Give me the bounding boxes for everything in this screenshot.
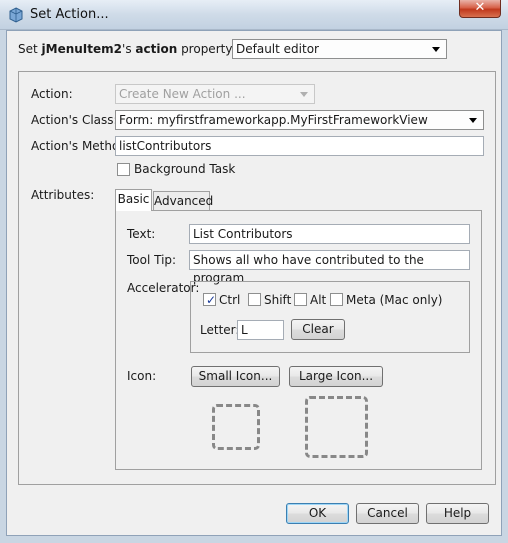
- tab-basic-label: Basic: [117, 192, 150, 206]
- tooltip-input[interactable]: Shows all who have contributed to the pr…: [189, 250, 470, 285]
- clear-button[interactable]: Clear: [291, 319, 345, 340]
- action-method-value: listContributors: [119, 139, 212, 153]
- help-button-label: Help: [443, 506, 472, 520]
- action-class-label: Action's Class:: [31, 113, 118, 127]
- ctrl-checkbox[interactable]: ✓: [203, 293, 217, 307]
- editor-select-value: Default editor: [236, 42, 319, 56]
- shift-label: Shift: [264, 293, 292, 307]
- large-icon-placeholder: [305, 396, 368, 458]
- text-value: List Contributors: [193, 227, 293, 241]
- ok-button[interactable]: OK: [286, 503, 349, 524]
- chevron-down-icon: [469, 118, 477, 123]
- meta-checkbox[interactable]: [330, 293, 343, 306]
- close-icon: ✕: [474, 0, 486, 15]
- chevron-down-icon: [432, 47, 440, 52]
- letter-label: Letter:: [200, 323, 240, 337]
- action-class-select[interactable]: Form: myfirstframeworkapp.MyFirstFramewo…: [115, 110, 484, 130]
- small-icon-placeholder: [212, 404, 260, 450]
- attributes-label: Attributes:: [31, 188, 95, 202]
- large-icon-button-label: Large Icon...: [298, 369, 374, 383]
- check-icon: ✓: [206, 293, 217, 307]
- cancel-button-label: Cancel: [367, 506, 408, 520]
- app-icon: [9, 7, 23, 23]
- accelerator-label: Accelerator:: [127, 281, 200, 295]
- meta-label: Meta (Mac only): [346, 293, 443, 307]
- shift-checkbox[interactable]: [248, 293, 261, 306]
- background-task-label: Background Task: [134, 162, 236, 176]
- editor-select[interactable]: Default editor: [232, 39, 447, 59]
- small-icon-button[interactable]: Small Icon...: [191, 366, 280, 387]
- tab-basic[interactable]: Basic: [115, 189, 152, 211]
- action-class-value: Form: myfirstframeworkapp.MyFirstFramewo…: [119, 113, 428, 127]
- action-select[interactable]: Create New Action ...: [115, 84, 315, 104]
- background-task-checkbox[interactable]: [117, 163, 130, 176]
- text-input[interactable]: List Contributors: [189, 224, 470, 244]
- icon-label: Icon:: [127, 369, 157, 383]
- ctrl-label: Ctrl: [219, 293, 241, 307]
- action-method-input[interactable]: listContributors: [115, 136, 484, 156]
- small-icon-button-label: Small Icon...: [198, 369, 273, 383]
- accelerator-group: [190, 281, 470, 353]
- alt-checkbox[interactable]: [294, 293, 307, 306]
- cancel-button[interactable]: Cancel: [356, 503, 419, 524]
- clear-button-label: Clear: [302, 322, 334, 336]
- caption-prefix: Set: [18, 42, 42, 56]
- property-name: action: [135, 42, 178, 56]
- tab-advanced-label: Advanced: [154, 194, 214, 208]
- ok-button-label: OK: [308, 506, 327, 520]
- letter-value: L: [241, 323, 248, 337]
- component-name: jMenuItem2: [41, 42, 123, 56]
- alt-label: Alt: [310, 293, 327, 307]
- help-button[interactable]: Help: [426, 503, 489, 524]
- caption-middle: 's: [122, 42, 136, 56]
- large-icon-button[interactable]: Large Icon...: [289, 366, 383, 387]
- chevron-down-icon: [300, 92, 308, 97]
- action-label: Action:: [31, 87, 73, 101]
- letter-input[interactable]: L: [237, 320, 284, 340]
- tooltip-label: Tool Tip:: [127, 253, 177, 267]
- close-button[interactable]: ✕: [459, 0, 501, 18]
- window-title: Set Action...: [30, 7, 109, 22]
- action-select-value: Create New Action ...: [119, 87, 246, 101]
- tab-advanced[interactable]: Advanced: [153, 191, 214, 211]
- text-label: Text:: [127, 227, 156, 241]
